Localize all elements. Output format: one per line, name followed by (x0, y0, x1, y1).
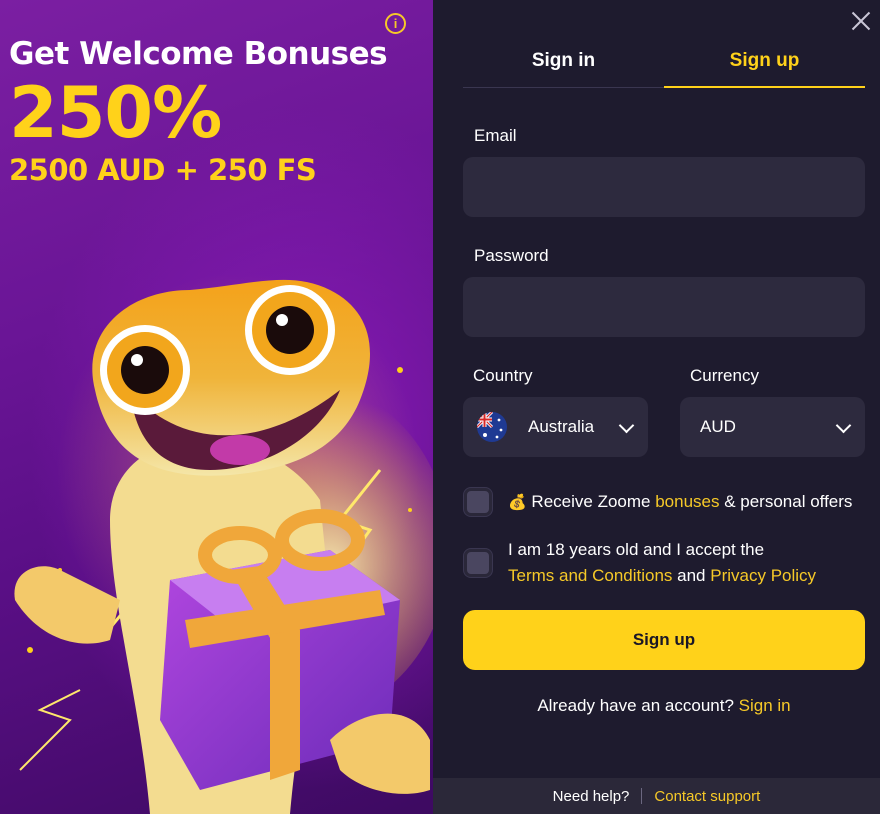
country-select[interactable]: Australia (463, 397, 648, 457)
privacy-link[interactable]: Privacy Policy (710, 566, 816, 585)
promo-panel: Get Welcome Bonuses 250% 2500 AUD + 250 … (0, 0, 433, 814)
bonus-text-before: Receive Zoome (531, 492, 656, 511)
auth-tabs: Sign in Sign up (463, 40, 865, 88)
chevron-down-icon (618, 417, 635, 434)
money-bag-icon: 💰 (508, 494, 527, 511)
tab-sign-in[interactable]: Sign in (463, 40, 664, 87)
bonus-text-after: & personal offers (719, 492, 853, 511)
currency-label: Currency (690, 366, 759, 385)
sign-in-link[interactable]: Sign in (739, 696, 791, 715)
bonuses-link[interactable]: bonuses (655, 492, 719, 511)
australia-flag-icon (477, 412, 507, 442)
terms-link[interactable]: Terms and Conditions (508, 566, 672, 585)
promo-title: Get Welcome Bonuses (9, 36, 388, 72)
already-text: Already have an account? (537, 696, 739, 715)
signup-panel: Sign in Sign up Email Password Country A… (433, 0, 880, 814)
terms-line-1: I am 18 years old and I accept the (508, 540, 765, 559)
close-icon[interactable] (850, 10, 872, 32)
need-help-text: Need help? (552, 787, 630, 805)
info-icon[interactable]: i (385, 13, 406, 34)
tab-sign-up[interactable]: Sign up (664, 40, 865, 88)
bonus-checkbox-text: 💰 Receive Zoome bonuses & personal offer… (508, 489, 852, 516)
sign-up-button[interactable]: Sign up (463, 610, 865, 670)
footer: Need help? Contact support (433, 778, 880, 814)
contact-support-link[interactable]: Contact support (654, 788, 760, 805)
gecko-mascot-icon (14, 279, 433, 814)
password-field[interactable] (463, 277, 865, 337)
promo-percent: 250% (9, 72, 222, 154)
password-label: Password (474, 246, 549, 265)
bonus-checkbox[interactable] (464, 488, 492, 516)
country-label: Country (473, 366, 533, 385)
terms-and-text: and (672, 566, 711, 585)
terms-checkbox[interactable] (464, 549, 492, 577)
country-value: Australia (528, 417, 595, 436)
currency-value: AUD (700, 417, 736, 436)
footer-divider (641, 788, 643, 804)
email-label: Email (474, 126, 517, 145)
currency-select[interactable]: AUD (680, 397, 865, 457)
terms-checkbox-text: I am 18 years old and I accept the Terms… (508, 537, 816, 589)
promo-text: Get Welcome Bonuses 250% 2500 AUD + 250 … (9, 34, 388, 188)
email-field[interactable] (463, 157, 865, 217)
already-have-account: Already have an account? Sign in (463, 696, 865, 716)
chevron-down-icon (835, 417, 852, 434)
promo-subtitle: 2500 AUD + 250 FS (9, 153, 317, 187)
